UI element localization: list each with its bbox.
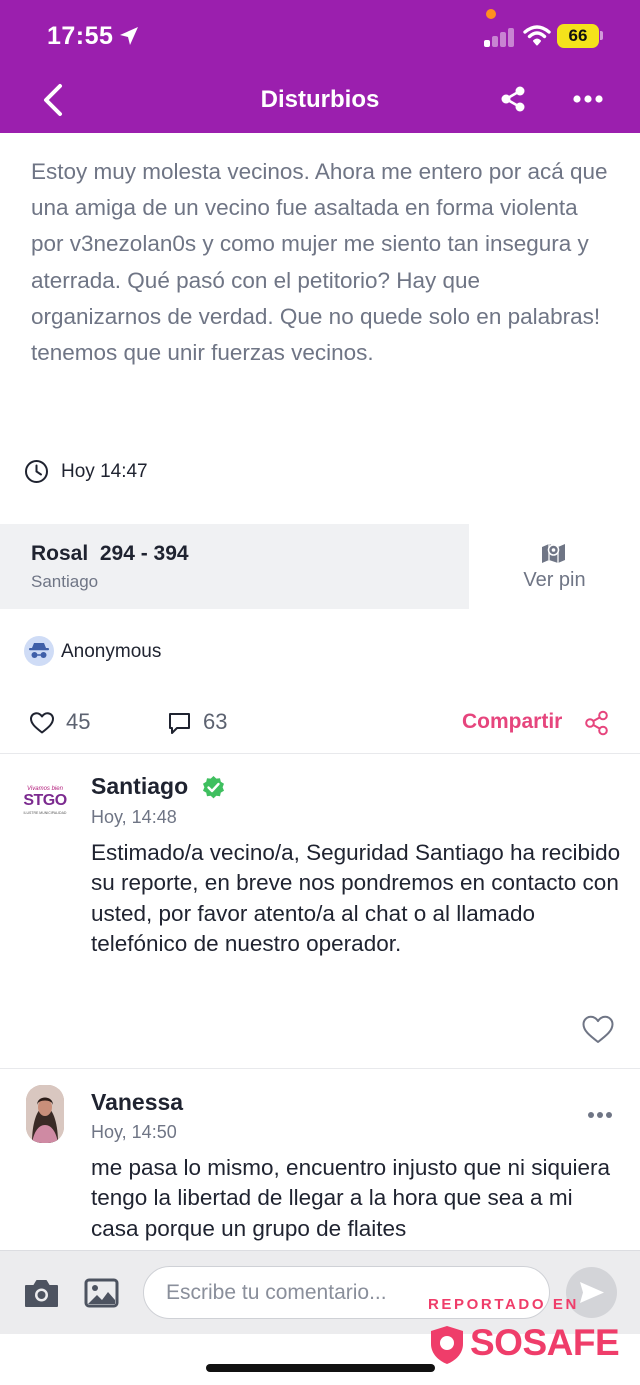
post-timestamp: Hoy 14:47 <box>61 461 148 482</box>
camera-icon[interactable] <box>23 1278 60 1309</box>
comment-timestamp: Hoy, 14:50 <box>91 1122 177 1142</box>
author-name: Anonymous <box>61 641 162 662</box>
heart-icon[interactable] <box>581 1014 615 1045</box>
comment-icon[interactable] <box>167 711 192 736</box>
comment-count: 63 <box>203 709 228 734</box>
post-text: Estoy muy molesta vecinos. Ahora me ente… <box>31 159 608 366</box>
heart-icon[interactable] <box>29 711 55 735</box>
app-header: 17:55 66 Disturbios <box>0 0 640 133</box>
comment-timestamp: Hoy, 14:48 <box>91 807 177 827</box>
signal-icon <box>484 27 516 47</box>
anonymous-avatar <box>24 636 54 666</box>
comment-author[interactable]: Santiago <box>91 773 188 800</box>
battery-icon: 66 <box>557 24 599 48</box>
address-city: Santiago <box>31 572 99 591</box>
incognito-icon <box>29 643 49 658</box>
share-icon[interactable] <box>584 710 609 736</box>
santiago-logo: Vivamos bien STGO ILUSTRE MUNICIPALIDAD <box>18 786 72 816</box>
location-arrow-icon <box>120 27 138 45</box>
divider <box>0 1068 640 1069</box>
view-pin-label[interactable]: Ver pin <box>469 569 640 592</box>
like-count: 45 <box>66 709 91 734</box>
privacy-indicator <box>486 9 496 19</box>
clock-icon <box>25 460 48 483</box>
logo-wordmark: STGO <box>23 792 67 809</box>
gallery-icon[interactable] <box>84 1278 119 1308</box>
shield-icon <box>431 1326 463 1364</box>
view-pin-button[interactable] <box>469 524 640 609</box>
map-icon <box>542 544 565 563</box>
avatar[interactable] <box>26 1085 64 1143</box>
user-photo <box>26 1085 64 1143</box>
home-indicator <box>206 1364 435 1372</box>
status-time: 17:55 <box>47 22 114 50</box>
verified-icon <box>203 776 224 799</box>
watermark-brand: SOSAFE <box>470 1322 620 1363</box>
divider <box>0 753 640 754</box>
more-icon[interactable] <box>587 1110 613 1120</box>
comment-text: me pasa lo mismo, encuentro injusto que … <box>91 1155 611 1241</box>
battery-tip <box>600 31 603 40</box>
page-title: Disturbios <box>260 86 380 113</box>
wifi-icon <box>523 25 551 46</box>
address-street: Rosal 294 - 394 <box>31 542 189 565</box>
share-icon[interactable] <box>499 85 527 113</box>
comment-text: Estimado/a vecino/a, Seguridad Santiago … <box>91 840 621 956</box>
watermark-text: REPORTADO EN <box>428 1296 579 1313</box>
logo-subtitle: ILUSTRE MUNICIPALIDAD <box>23 811 67 815</box>
more-icon[interactable] <box>572 89 604 109</box>
share-button[interactable]: Compartir <box>462 710 562 734</box>
comment-author[interactable]: Vanessa <box>91 1089 183 1116</box>
